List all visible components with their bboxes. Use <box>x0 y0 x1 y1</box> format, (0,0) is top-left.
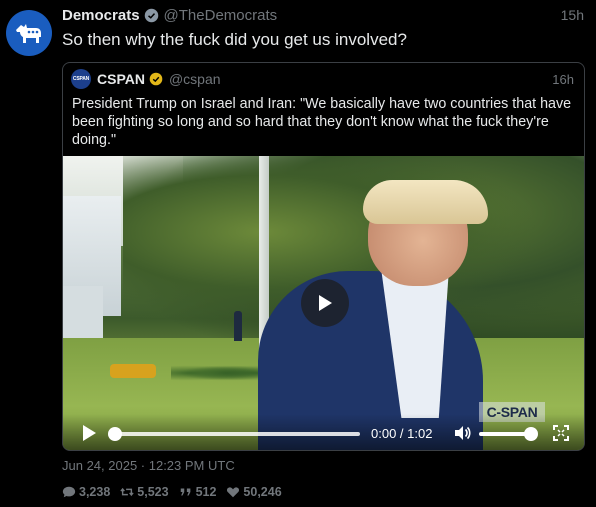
gold-verified-badge-icon <box>149 72 163 86</box>
democrats-avatar[interactable] <box>6 10 52 56</box>
reply-count-value: 3,238 <box>79 485 111 499</box>
reply-count[interactable]: 3,238 <box>62 485 110 499</box>
author-handle[interactable]: @TheDemocrats <box>164 7 278 24</box>
comment-icon <box>62 486 76 498</box>
fullscreen-icon[interactable] <box>553 425 569 441</box>
video-controls: 0:00 / 1:02 <box>63 414 584 450</box>
video-player[interactable]: C-SPAN 0:00 / 1:02 <box>63 156 584 450</box>
retweet-icon <box>120 487 134 497</box>
tweet-text: So then why the fuck did you get us invo… <box>62 30 407 49</box>
volume-handle[interactable] <box>523 427 538 441</box>
quote-header: CSPAN CSPAN @cspan 16h <box>71 69 574 89</box>
retweet-count-value: 5,523 <box>137 485 169 499</box>
cspan-avatar[interactable]: CSPAN <box>71 69 91 89</box>
play-icon <box>319 295 332 311</box>
retweet-count[interactable]: 5,523 <box>120 485 169 499</box>
heart-icon <box>227 487 240 498</box>
tweet-date[interactable]: Jun 24, 2025 · 12:23 PM UTC <box>62 458 235 473</box>
quote-text: President Trump on Israel and Iran: "We … <box>72 96 572 148</box>
tweet-stats: 3,238 5,523 512 50,246 <box>62 484 292 500</box>
seek-handle[interactable] <box>108 427 122 441</box>
quote-icon <box>180 488 190 496</box>
quote-author-handle[interactable]: @cspan <box>169 71 221 87</box>
quote-count[interactable]: 512 <box>179 485 217 499</box>
quoted-tweet[interactable]: CSPAN CSPAN @cspan 16h President Trump o… <box>62 62 585 451</box>
volume-icon[interactable] <box>453 424 471 442</box>
video-frame-speaker-hair <box>363 180 488 224</box>
quote-author-name[interactable]: CSPAN <box>97 71 145 87</box>
author-name[interactable]: Democrats <box>62 7 140 24</box>
quote-time[interactable]: 16h <box>552 72 574 87</box>
video-frame-mower <box>110 364 156 378</box>
donkey-icon <box>16 24 41 43</box>
play-button[interactable] <box>81 424 97 442</box>
video-time: 0:00 / 1:02 <box>371 426 433 441</box>
like-count-value: 50,246 <box>243 485 282 499</box>
video-frame-agent <box>234 311 242 341</box>
seek-bar[interactable] <box>115 432 360 436</box>
tweet: Democrats @TheDemocrats 15h So then why … <box>0 0 596 507</box>
tweet-header: Democrats @TheDemocrats 15h <box>62 6 584 24</box>
verified-badge-icon <box>144 8 158 22</box>
like-count[interactable]: 50,246 <box>226 485 282 499</box>
play-overlay-button[interactable] <box>301 279 349 327</box>
quote-count-value: 512 <box>195 485 217 499</box>
video-frame-bushes <box>171 364 271 382</box>
tweet-time[interactable]: 15h <box>561 7 584 23</box>
video-frame-portico <box>63 286 103 344</box>
